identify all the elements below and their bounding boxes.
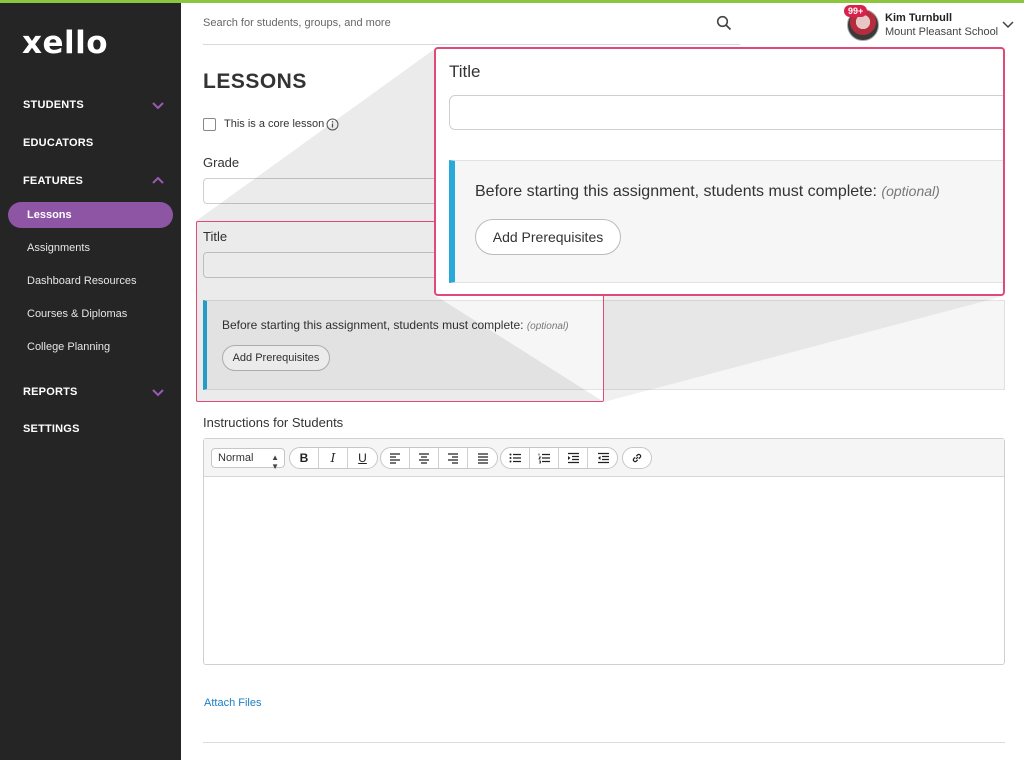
align-left-icon bbox=[390, 453, 400, 464]
editor-toolbar: Normal ▲ ▼ B I U bbox=[204, 439, 1004, 477]
sidebar-subitem-lessons[interactable]: Lessons bbox=[8, 202, 173, 228]
sidebar-subitem-courses-diplomas[interactable]: Courses & Diplomas bbox=[8, 301, 173, 327]
indent-icon bbox=[568, 452, 579, 464]
align-right-button[interactable] bbox=[439, 448, 468, 468]
link-icon bbox=[632, 453, 642, 463]
sidebar-subitem-label: Assignments bbox=[27, 242, 90, 254]
italic-button[interactable]: I bbox=[319, 448, 348, 468]
chevron-down-icon bbox=[152, 102, 164, 110]
align-right-icon bbox=[448, 453, 458, 464]
chevron-down-icon bbox=[152, 389, 164, 397]
outdent-icon bbox=[597, 452, 609, 464]
instructions-editor[interactable]: Normal ▲ ▼ B I U bbox=[203, 438, 1005, 665]
zoom-prereq-text: Before starting this assignment, student… bbox=[475, 183, 940, 200]
format-select[interactable]: Normal ▲ ▼ bbox=[211, 448, 285, 471]
divider bbox=[203, 742, 1005, 743]
user-name: Kim Turnbull bbox=[885, 12, 953, 24]
numbered-list-icon bbox=[538, 453, 550, 464]
chevron-down-icon bbox=[1002, 21, 1014, 29]
link-group bbox=[622, 447, 652, 469]
justify-icon bbox=[477, 453, 488, 464]
list-group bbox=[500, 447, 618, 469]
align-left-button[interactable] bbox=[381, 448, 410, 468]
sidebar-subitem-label: Courses & Diplomas bbox=[27, 308, 128, 320]
zoom-title-label: Title bbox=[449, 62, 481, 81]
zoom-prerequisites-panel: Before starting this assignment, student… bbox=[449, 160, 1003, 283]
sidebar-item-settings[interactable]: SETTINGS bbox=[0, 417, 181, 441]
align-center-icon bbox=[419, 453, 429, 464]
link-button[interactable] bbox=[623, 448, 651, 468]
sidebar-subitem-label: College Planning bbox=[27, 341, 111, 353]
zoom-add-prerequisites-button: Add Prerequisites bbox=[475, 219, 621, 255]
sidebar-item-label: FEATURES bbox=[23, 175, 84, 187]
sidebar-subitem-assignments[interactable]: Assignments bbox=[8, 235, 173, 261]
search-bar bbox=[203, 3, 740, 45]
bullet-list-button[interactable] bbox=[501, 448, 530, 468]
page-title: LESSONS bbox=[203, 70, 307, 93]
sidebar-subitem-label: Lessons bbox=[27, 209, 72, 221]
user-menu[interactable]: 99+ Kim Turnbull Mount Pleasant School bbox=[844, 5, 1020, 42]
sidebar-subitem-college-planning[interactable]: College Planning bbox=[8, 334, 173, 360]
underline-button[interactable]: U bbox=[348, 448, 377, 468]
chevron-up-icon bbox=[152, 176, 164, 184]
align-center-button[interactable] bbox=[410, 448, 439, 468]
core-lesson-label: This is a core lesson bbox=[224, 118, 325, 130]
text-style-group: B I U bbox=[289, 447, 378, 469]
info-icon[interactable] bbox=[326, 118, 339, 131]
outdent-button[interactable] bbox=[588, 448, 617, 468]
user-school: Mount Pleasant School bbox=[885, 26, 999, 38]
instructions-label: Instructions for Students bbox=[203, 415, 344, 430]
sidebar-item-label: SETTINGS bbox=[23, 423, 80, 435]
zoom-title-input bbox=[449, 95, 1003, 130]
search-input[interactable] bbox=[203, 11, 703, 35]
sidebar-item-students[interactable]: STUDENTS bbox=[0, 93, 181, 117]
indent-button[interactable] bbox=[559, 448, 588, 468]
notification-badge[interactable]: 99+ bbox=[844, 5, 868, 17]
sidebar-subitem-label: Dashboard Resources bbox=[27, 275, 137, 287]
core-lesson-checkbox[interactable] bbox=[203, 118, 216, 131]
sidebar-item-label: STUDENTS bbox=[23, 99, 84, 111]
sidebar-item-educators[interactable]: EDUCATORS bbox=[0, 131, 181, 155]
justify-button[interactable] bbox=[468, 448, 497, 468]
bold-button[interactable]: B bbox=[290, 448, 319, 468]
sidebar-item-features[interactable]: FEATURES bbox=[0, 169, 181, 193]
attach-files-link[interactable]: Attach Files bbox=[204, 697, 261, 709]
search-icon[interactable] bbox=[716, 15, 732, 31]
sidebar-subitem-dashboard-resources[interactable]: Dashboard Resources bbox=[8, 268, 173, 294]
logo-text: xello bbox=[22, 25, 109, 61]
sidebar-item-label: REPORTS bbox=[23, 386, 78, 398]
select-arrows-icon: ▲ ▼ bbox=[271, 453, 279, 471]
sidebar-item-reports[interactable]: REPORTS bbox=[0, 380, 181, 404]
zoom-callout: Title Before starting this assignment, s… bbox=[434, 47, 1005, 296]
grade-select[interactable] bbox=[203, 178, 443, 204]
grade-label: Grade bbox=[203, 155, 240, 170]
numbered-list-button[interactable] bbox=[530, 448, 559, 468]
zoom-optional-tag: (optional) bbox=[881, 183, 940, 199]
sidebar-item-label: EDUCATORS bbox=[23, 137, 94, 149]
sidebar: xello STUDENTS EDUCATORS FEATURES Lesson… bbox=[0, 3, 181, 760]
align-group bbox=[380, 447, 498, 469]
bullet-list-icon bbox=[509, 453, 521, 463]
